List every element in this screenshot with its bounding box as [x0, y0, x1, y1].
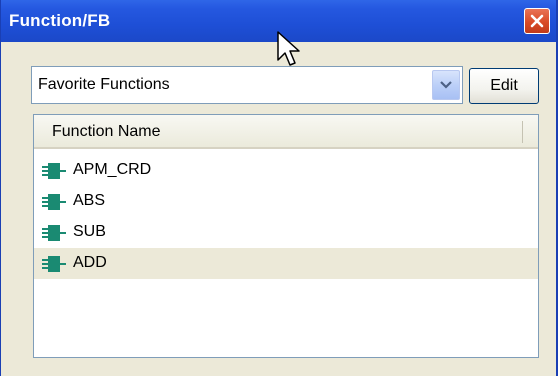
edit-button[interactable]: Edit	[469, 68, 539, 104]
close-button[interactable]	[524, 8, 550, 34]
column-header-label: Function Name	[52, 123, 161, 140]
close-icon	[530, 14, 544, 28]
list-item-selected[interactable]: ADD	[34, 248, 538, 279]
function-block-icon	[42, 194, 68, 215]
window-title: Function/FB	[9, 11, 111, 30]
dropdown-button[interactable]	[432, 70, 460, 100]
function-block-icon	[42, 256, 68, 277]
combo-selected-value: Favorite Functions	[38, 76, 170, 93]
function-block-icon	[42, 225, 68, 246]
function-block-icon	[42, 163, 68, 184]
list-item-label: ABS	[73, 192, 106, 209]
list-item[interactable]: ABS	[34, 186, 538, 217]
list-item-label: ADD	[73, 254, 107, 271]
column-divider[interactable]	[522, 121, 523, 143]
column-header-function-name[interactable]: Function Name	[34, 115, 538, 149]
list-item[interactable]: APM_CRD	[34, 155, 538, 186]
list-item-label: APM_CRD	[73, 161, 152, 178]
function-category-select[interactable]: Favorite Functions	[31, 66, 463, 104]
function-list[interactable]: Function Name APM_CRD ABS SUB ADD	[33, 114, 539, 358]
list-item[interactable]: SUB	[34, 217, 538, 248]
list-item-label: SUB	[73, 223, 106, 240]
mouse-cursor-icon	[276, 30, 302, 75]
chevron-down-icon	[440, 81, 452, 89]
